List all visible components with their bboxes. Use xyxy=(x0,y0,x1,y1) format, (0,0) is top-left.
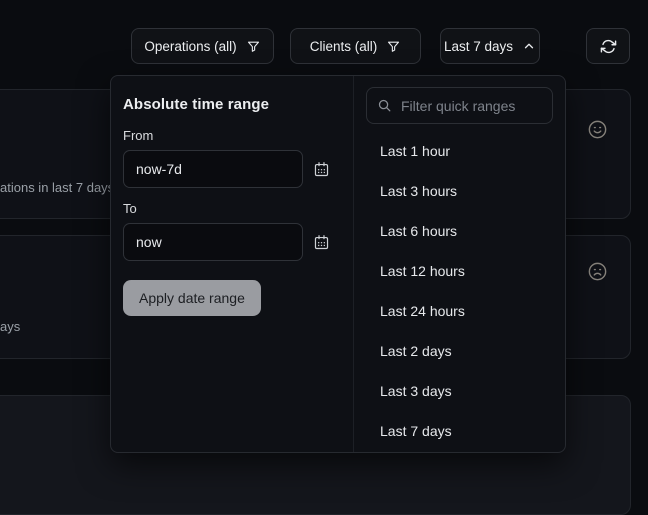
to-label: To xyxy=(123,201,341,216)
time-range-label: Last 7 days xyxy=(444,39,513,54)
quick-range-option-last-7-days[interactable]: Last 7 days xyxy=(366,411,553,451)
card-subtitle-partial: ays xyxy=(0,319,20,334)
quick-range-option-last-3-days[interactable]: Last 3 days xyxy=(366,371,553,411)
operations-filter-button[interactable]: Operations (all) xyxy=(131,28,274,64)
absolute-time-range-section: Absolute time range From xyxy=(111,76,354,452)
quick-range-search xyxy=(366,87,553,124)
from-calendar-button[interactable] xyxy=(313,161,330,178)
refresh-button[interactable] xyxy=(586,28,630,64)
from-input[interactable] xyxy=(123,150,303,188)
dashboard-page: { "colors": { "page_bg": "#0a0c10", "pan… xyxy=(0,0,648,479)
time-range-dropdown-button[interactable]: Last 7 days xyxy=(440,28,540,64)
sad-face-icon xyxy=(587,261,608,282)
chevron-up-icon xyxy=(522,39,536,53)
apply-date-range-button[interactable]: Apply date range xyxy=(123,280,261,316)
filter-quick-ranges-input[interactable] xyxy=(366,87,553,124)
from-label: From xyxy=(123,128,341,143)
quick-range-option-last-6-hours[interactable]: Last 6 hours xyxy=(366,211,553,251)
quick-range-list: Last 1 hour Last 3 hours Last 6 hours La… xyxy=(366,131,553,451)
quick-range-option-last-2-days[interactable]: Last 2 days xyxy=(366,331,553,371)
clients-filter-label: Clients (all) xyxy=(310,39,378,54)
quick-range-option-last-3-hours[interactable]: Last 3 hours xyxy=(366,171,553,211)
calendar-icon xyxy=(313,234,330,251)
absolute-range-title: Absolute time range xyxy=(123,96,341,113)
operations-filter-label: Operations (all) xyxy=(144,39,236,54)
happy-face-icon xyxy=(587,119,608,140)
quick-range-option-last-12-hours[interactable]: Last 12 hours xyxy=(366,251,553,291)
card-subtitle-partial: ations in last 7 days xyxy=(0,180,114,195)
quick-ranges-section: Last 1 hour Last 3 hours Last 6 hours La… xyxy=(354,76,565,452)
calendar-icon xyxy=(313,161,330,178)
to-input[interactable] xyxy=(123,223,303,261)
quick-range-option-last-1-hour[interactable]: Last 1 hour xyxy=(366,131,553,171)
funnel-icon xyxy=(246,39,261,54)
time-range-picker-popover: Absolute time range From xyxy=(110,75,566,453)
funnel-icon xyxy=(386,39,401,54)
to-calendar-button[interactable] xyxy=(313,234,330,251)
refresh-icon xyxy=(600,38,617,55)
clients-filter-button[interactable]: Clients (all) xyxy=(290,28,421,64)
quick-range-option-last-24-hours[interactable]: Last 24 hours xyxy=(366,291,553,331)
